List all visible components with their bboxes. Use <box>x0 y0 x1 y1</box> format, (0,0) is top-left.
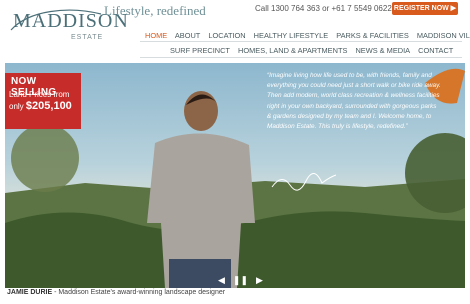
promo-subtitle: Land Prices from <box>9 90 70 99</box>
nav-location[interactable]: LOCATION <box>208 31 245 40</box>
slideshow-controls: ◀ ❚❚ ▶ <box>218 275 263 286</box>
nav-parks-facilities[interactable]: PARKS & FACILITIES <box>336 31 409 40</box>
now-selling-badge[interactable]: NOW SELLING Land Prices from only $205,1… <box>5 73 81 129</box>
nav-healthy-lifestyle[interactable]: HEALTHY LIFESTYLE <box>254 31 328 40</box>
nav-maddison-village[interactable]: MADDISON VILLAGE <box>417 31 470 40</box>
caption-text: - Maddison Estate's award-winning landsc… <box>52 289 226 296</box>
main-nav-row-1: HOME ABOUT LOCATION HEALTHY LIFESTYLE PA… <box>145 31 470 40</box>
nav-homes-land-apartments[interactable]: HOMES, LAND & APARTMENTS <box>238 46 347 55</box>
nav-surf-precinct[interactable]: SURF PRECINCT <box>170 46 230 55</box>
hero-slideshow[interactable]: NOW SELLING Land Prices from only $205,1… <box>5 63 465 288</box>
nav-contact[interactable]: CONTACT <box>418 46 453 55</box>
site-header: MADDISON ESTATE Lifestyle, redefined Cal… <box>0 0 470 62</box>
nav-divider <box>140 41 462 42</box>
phone-number: Call 1300 764 363 or +61 7 5549 0622 <box>255 4 392 13</box>
logo-subtitle: ESTATE <box>71 34 104 41</box>
nav-news-media[interactable]: NEWS & MEDIA <box>355 46 410 55</box>
promo-only-label: only <box>9 102 24 111</box>
promo-price: $205,100 <box>25 100 72 112</box>
hero-caption: JAMIE DURIE - Maddison Estate's award-wi… <box>7 289 225 296</box>
nav-divider-bottom <box>140 57 462 58</box>
caption-name: JAMIE DURIE <box>7 289 53 296</box>
maddison-logo[interactable]: MADDISON ESTATE <box>5 4 128 48</box>
promo-price-line: only $205,100 <box>9 100 72 112</box>
main-nav-row-2: SURF PRECINCT HOMES, LAND & APARTMENTS N… <box>170 46 459 55</box>
nav-about[interactable]: ABOUT <box>175 31 200 40</box>
hero-quote: “Imagine living how life used to be, wit… <box>267 72 441 131</box>
register-now-button[interactable]: REGISTER NOW ▶ <box>392 2 458 15</box>
prev-slide-button[interactable]: ◀ <box>218 275 225 286</box>
nav-home[interactable]: HOME <box>145 31 167 40</box>
signature-icon <box>271 173 337 191</box>
next-slide-button[interactable]: ▶ <box>256 275 263 286</box>
tagline: Lifestyle, redefined <box>104 3 206 18</box>
pause-slide-button[interactable]: ❚❚ <box>233 275 248 286</box>
